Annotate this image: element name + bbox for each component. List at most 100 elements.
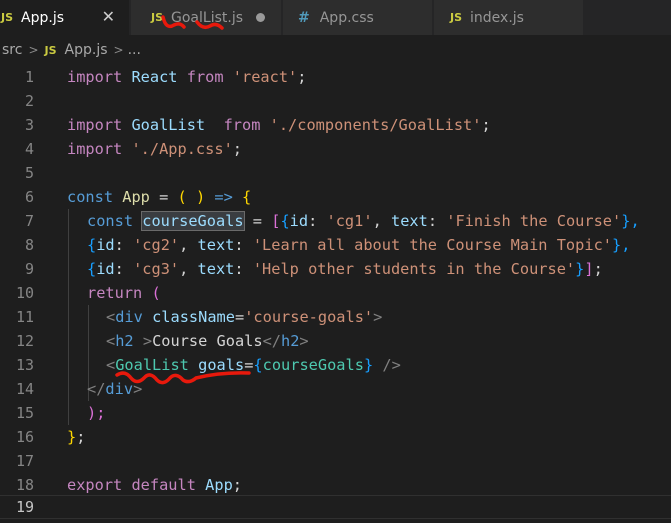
string-token: './App.css' [131,140,233,158]
bracket-token: } [575,260,585,278]
tab-index-js[interactable]: JS index.js [434,0,584,35]
bracket-token: ( [177,188,187,206]
code-line-1[interactable]: 1 import React from 'react'; [0,65,671,89]
close-icon[interactable]: ✕ [102,8,115,26]
property-token: id [96,236,115,254]
line-number: 9 [24,260,34,278]
code-line-18[interactable]: 18 export default App; [0,473,671,497]
code-line-10[interactable]: 10 return ( [0,281,671,305]
string-token: 'Learn all about the Course Main Topic' [252,236,612,254]
text-token: Course Goals [152,332,263,350]
line-number: 6 [24,188,34,206]
code-line-15[interactable]: 15 ); [0,401,671,425]
line-number: 3 [24,116,34,134]
code-line-4[interactable]: 4 import './App.css'; [0,137,671,161]
punctuation-token: , [179,260,198,278]
punctuation-token: ; [481,116,491,134]
code-text: const App = ( ) => { [67,185,251,209]
component-token: GoalList [115,356,189,374]
code-line-5[interactable]: 5 [0,161,671,185]
property-token: text [197,260,235,278]
property-token: text [197,236,235,254]
code-text: ); [87,401,105,425]
attribute-token: goals [198,356,245,374]
code-line-3[interactable]: 3 import GoalList from './components/Goa… [0,113,671,137]
bracket-token: } [363,356,374,374]
string-token: 'cg2' [133,236,180,254]
tag-name-token: h2 [281,332,300,350]
tag-name-token: h2 [115,332,134,350]
tag-bracket-token: </ [87,380,106,398]
tab-label: App.css [319,9,374,26]
code-text: const courseGoals = [{id: 'cg1', text: '… [87,209,640,233]
code-line-11[interactable]: 11 <div className='course-goals'> [0,305,671,329]
operator-token: = [234,308,245,326]
line-number: 18 [15,476,34,494]
line-number: 2 [24,92,34,110]
code-line-6[interactable]: 6 const App = ( ) => { [0,185,671,209]
bracket-token: ) [195,188,206,206]
operator-token: = [149,188,178,206]
bracket-token: ( [151,284,161,302]
code-line-17[interactable]: 17 [0,449,671,473]
chevron-right-icon: > [28,43,39,57]
bracket-token: }, [611,236,631,254]
breadcrumb-folder-src[interactable]: src [2,42,22,58]
tag-bracket-token: < [106,332,116,350]
string-token: 'Help other students in the Course' [252,260,576,278]
css-file-icon: # [298,9,310,26]
property-token: id [289,212,309,230]
punctuation-token: : [427,212,447,230]
code-text: import GoalList from './components/GoalL… [67,113,491,137]
code-line-16[interactable]: 16 }; [0,425,671,449]
code-line-19[interactable]: 19 [0,495,671,519]
identifier-token: courseGoals [141,211,245,231]
keyword-token: from [205,116,270,134]
code-line-12[interactable]: 12 <h2 >Course Goals</h2> [0,329,671,353]
line-number: 16 [15,428,34,446]
unsaved-changes-dot-icon[interactable] [256,13,265,22]
bracket-token: { [280,212,290,230]
code-text: {id: 'cg2', text: 'Learn all about the C… [87,233,630,257]
keyword-token: const [67,188,123,206]
tab-app-js[interactable]: JS App.js ✕ [0,0,130,35]
code-text: }; [67,425,85,449]
code-text: <div className='course-goals'> [106,305,382,329]
attribute-token: className [152,308,235,326]
code-line-8[interactable]: 8 {id: 'cg2', text: 'Learn all about the… [0,233,671,257]
code-editor[interactable]: 1 import React from 'react'; 2 3 import … [0,65,671,523]
punctuation-token: , [179,236,198,254]
tag-bracket-token: > [299,332,309,350]
tab-goallist-js[interactable]: JS GoalList.js [131,0,282,35]
punctuation-token: , [372,212,391,230]
javascript-file-icon: JS [450,11,463,24]
keyword-token: import [67,116,132,134]
punctuation-token: ; [593,260,603,278]
keyword-token: from [177,68,233,86]
code-line-2[interactable]: 2 [0,89,671,113]
code-line-7[interactable]: 7 const courseGoals = [{id: 'cg1', text:… [0,209,671,233]
tag-bracket-token: < [106,356,116,374]
breadcrumb-symbols[interactable]: ... [128,42,141,58]
line-number: 4 [24,140,34,158]
string-token: 'Finish the Course' [446,212,622,230]
breadcrumb: src > JS App.js > ... [0,35,671,65]
code-line-13[interactable]: 13 <GoalList goals={courseGoals} /> [0,353,671,377]
punctuation-token: : [114,260,134,278]
line-number: 17 [15,452,34,470]
line-number: 12 [15,332,34,350]
identifier-token: GoalList [131,116,206,134]
punctuation-token: : [234,260,253,278]
code-line-14[interactable]: 14 </div> [0,377,671,401]
string-token: './components/GoalList' [269,116,482,134]
line-number: 15 [15,404,34,422]
code-text: </div> [87,377,142,401]
tag-bracket-token: > [373,308,383,326]
code-text: export default App; [67,473,242,497]
tab-app-css[interactable]: # App.css [283,0,433,35]
string-token: 'react' [232,68,298,86]
code-line-9[interactable]: 9 {id: 'cg3', text: 'Help other students… [0,257,671,281]
breadcrumb-file-app-js[interactable]: App.js [65,42,108,58]
property-token: id [96,260,115,278]
